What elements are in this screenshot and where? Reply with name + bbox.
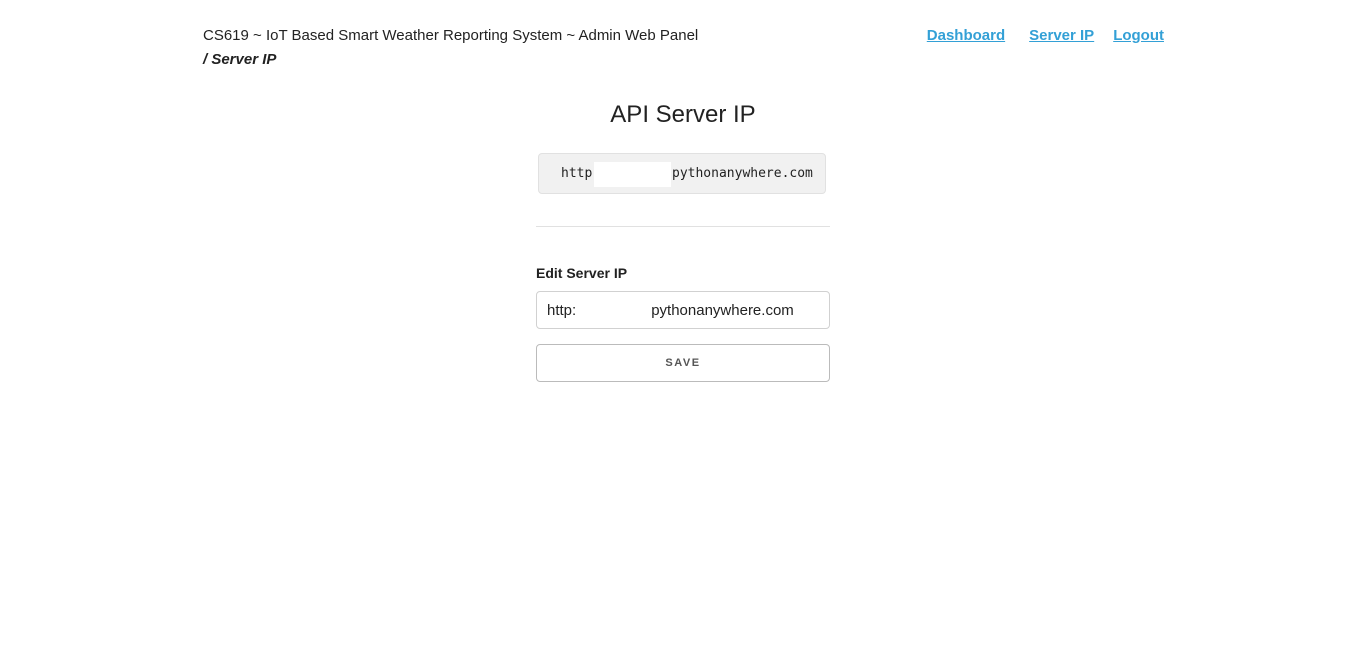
section-divider xyxy=(536,226,830,227)
redacted-segment xyxy=(594,162,671,187)
nav-link-server-ip[interactable]: Server IP xyxy=(1029,27,1094,45)
nav-link-logout[interactable]: Logout xyxy=(1113,27,1164,45)
server-ip-field-wrapper xyxy=(536,291,830,329)
page-title: API Server IP xyxy=(610,101,756,128)
edit-server-ip-label: Edit Server IP xyxy=(536,265,628,281)
site-header: CS619 ~ IoT Based Smart Weather Reportin… xyxy=(203,26,1166,74)
top-nav: Dashboard Server IP Logout xyxy=(927,27,1164,45)
current-server-ip-display: http pythonanywhere.com xyxy=(538,153,826,194)
current-ip-prefix: http xyxy=(561,166,593,181)
nav-link-dashboard[interactable]: Dashboard xyxy=(927,27,1005,45)
server-ip-input[interactable] xyxy=(537,292,829,328)
site-title: CS619 ~ IoT Based Smart Weather Reportin… xyxy=(203,27,699,44)
breadcrumb: / Server IP xyxy=(203,51,277,68)
save-button[interactable]: Save xyxy=(536,344,830,382)
current-ip-suffix: pythonanywhere.com xyxy=(672,166,813,181)
